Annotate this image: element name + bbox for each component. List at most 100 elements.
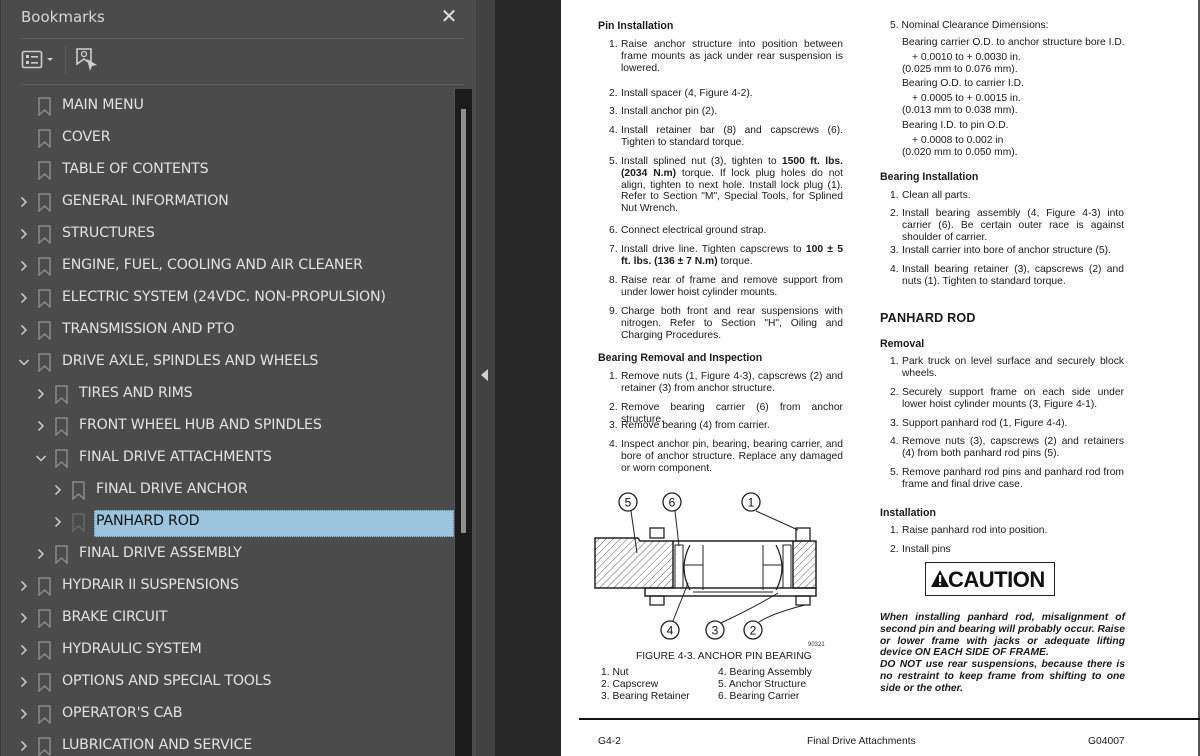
bookmark-item[interactable]: HYDRAULIC SYSTEM xyxy=(1,636,454,664)
bookmark-item[interactable]: OPTIONS AND SPECIAL TOOLS xyxy=(1,668,454,696)
bookmark-item[interactable]: DRIVE AXLE, SPINDLES AND WHEELS xyxy=(1,348,454,376)
bookmark-label[interactable]: TIRES AND RIMS xyxy=(79,385,193,401)
bookmark-label[interactable]: ENGINE, FUEL, COOLING AND AIR CLEANER xyxy=(62,257,363,273)
chevron-right-icon[interactable] xyxy=(52,514,64,530)
bookmark-label[interactable]: OPTIONS AND SPECIAL TOOLS xyxy=(62,673,271,689)
bookmark-label[interactable]: ELECTRIC SYSTEM (24VDC. NON-PROPULSION) xyxy=(62,289,386,305)
step-item: 2. Install spacer (4, Figure 4-2). xyxy=(609,88,753,99)
bookmark-icon xyxy=(38,737,51,756)
bookmark-label[interactable]: DRIVE AXLE, SPINDLES AND WHEELS xyxy=(62,353,318,369)
chevron-right-icon[interactable] xyxy=(18,642,30,658)
bookmark-item[interactable]: BRAKE CIRCUIT xyxy=(1,604,454,632)
chevron-right-icon[interactable] xyxy=(18,674,30,690)
legend-item: 5. Anchor Structure xyxy=(718,679,807,690)
bookmark-icon xyxy=(72,513,85,533)
bookmark-label[interactable]: COVER xyxy=(62,129,111,145)
chevron-right-icon[interactable] xyxy=(18,738,30,754)
chevron-right-icon[interactable] xyxy=(18,258,30,274)
step-item: 1. Clean all parts. xyxy=(890,190,971,201)
section-heading: Installation xyxy=(880,507,936,519)
bookmark-item[interactable]: STRUCTURES xyxy=(1,220,454,248)
bookmark-label[interactable]: BRAKE CIRCUIT xyxy=(62,609,167,625)
chevron-down-icon[interactable] xyxy=(35,450,47,466)
bookmark-label[interactable]: FINAL DRIVE ATTACHMENTS xyxy=(79,449,272,465)
bookmark-label[interactable]: PANHARD ROD xyxy=(96,513,200,529)
bookmarks-panel: Bookmarks ✕ MAIN MENU COVER TABLE OF CONTE… xyxy=(0,0,476,756)
bookmark-item[interactable]: ELECTRIC SYSTEM (24VDC. NON-PROPULSION) xyxy=(1,284,454,312)
callout-3: 3 xyxy=(705,620,725,640)
collapse-panel-button[interactable] xyxy=(476,0,495,756)
bookmark-item[interactable]: PANHARD ROD xyxy=(1,508,454,537)
bookmark-item[interactable]: FINAL DRIVE ANCHOR xyxy=(1,476,454,504)
step-item: 2. Install pins xyxy=(890,544,951,555)
bookmark-label[interactable]: TABLE OF CONTENTS xyxy=(62,161,209,177)
step-item: 3. Install carrier into bore of anchor st… xyxy=(890,245,1111,256)
scrollbar-thumb[interactable] xyxy=(461,109,466,533)
section-heading: Bearing Removal and Inspection xyxy=(598,352,763,364)
bookmark-label[interactable]: MAIN MENU xyxy=(62,97,144,113)
bookmark-label[interactable]: FINAL DRIVE ASSEMBLY xyxy=(79,545,242,561)
chevron-right-icon[interactable] xyxy=(52,482,64,498)
bookmark-item[interactable]: OPERATOR'S CAB xyxy=(1,700,454,728)
step-item: 8. Raise rear of frame and remove support… xyxy=(609,275,843,298)
bookmark-item[interactable]: MAIN MENU xyxy=(1,92,454,120)
chevron-right-icon[interactable] xyxy=(35,418,47,434)
bookmark-item[interactable]: FINAL DRIVE ATTACHMENTS xyxy=(1,444,454,472)
warning-triangle-icon xyxy=(931,570,949,587)
clearance-label: Bearing I.D. to pin O.D. xyxy=(902,120,1009,131)
chevron-right-icon[interactable] xyxy=(35,546,47,562)
scrollbar[interactable] xyxy=(454,89,472,756)
bookmark-icon xyxy=(55,545,68,565)
bookmark-icon xyxy=(55,417,68,437)
bookmark-label[interactable]: OPERATOR'S CAB xyxy=(62,705,182,721)
bookmark-item[interactable]: TABLE OF CONTENTS xyxy=(1,156,454,184)
bookmark-icon xyxy=(55,385,68,405)
step-item: 3. Support panhard rod (1, Figure 4-4). xyxy=(890,418,1068,429)
chevron-right-icon[interactable] xyxy=(18,226,30,242)
close-icon[interactable]: ✕ xyxy=(439,6,459,26)
chevron-right-icon[interactable] xyxy=(18,578,30,594)
bookmark-item[interactable]: FRONT WHEEL HUB AND SPINDLES xyxy=(1,412,454,440)
chevron-right-icon[interactable] xyxy=(35,386,47,402)
step-item: 4. Install retainer bar (8) and capscrews… xyxy=(609,125,843,148)
find-current-bookmark-button[interactable] xyxy=(75,47,101,75)
bookmark-label[interactable]: TRANSMISSION AND PTO xyxy=(62,321,235,337)
bookmark-item[interactable]: COVER xyxy=(1,124,454,152)
footer-rule xyxy=(579,718,1200,720)
document-page: Pin Installation 1. Raise anchor structur… xyxy=(561,0,1200,756)
step-item: 5. Remove panhard rod pins and panhard ro… xyxy=(890,467,1124,490)
chevron-right-icon[interactable] xyxy=(18,194,30,210)
clearance-in: + 0.0008 to 0.002 in xyxy=(912,135,1004,146)
svg-text:1: 1 xyxy=(748,496,755,510)
callout-4: 4 xyxy=(660,620,680,640)
bookmark-label[interactable]: HYDRAIR II SUSPENSIONS xyxy=(62,577,239,593)
chevron-right-icon[interactable] xyxy=(18,322,30,338)
options-button[interactable] xyxy=(21,49,59,71)
bookmark-item[interactable]: GENERAL INFORMATION xyxy=(1,188,454,216)
bookmark-item[interactable]: FINAL DRIVE ASSEMBLY xyxy=(1,540,454,568)
chevron-down-icon[interactable] xyxy=(18,354,30,370)
step-item: 5. Install splined nut (3), tighten to 15… xyxy=(609,156,844,215)
clearance-mm: (0.025 mm to 0.076 mm). xyxy=(902,64,1018,75)
chevron-right-icon[interactable] xyxy=(18,706,30,722)
bookmark-item[interactable]: ENGINE, FUEL, COOLING AND AIR CLEANER xyxy=(1,252,454,280)
bookmark-icon xyxy=(38,193,51,213)
bookmark-label[interactable]: GENERAL INFORMATION xyxy=(62,193,229,209)
bookmark-label[interactable]: HYDRAULIC SYSTEM xyxy=(62,641,202,657)
legend-item: 4. Bearing Assembly xyxy=(718,667,812,678)
bookmark-icon xyxy=(72,481,85,501)
chevron-right-icon[interactable] xyxy=(18,290,30,306)
bookmark-label[interactable]: FINAL DRIVE ANCHOR xyxy=(96,481,248,497)
bookmark-label[interactable]: STRUCTURES xyxy=(62,225,155,241)
bookmark-item[interactable]: TRANSMISSION AND PTO xyxy=(1,316,454,344)
svg-text:4: 4 xyxy=(667,624,674,638)
bookmark-label[interactable]: FRONT WHEEL HUB AND SPINDLES xyxy=(79,417,322,433)
callout-2: 2 xyxy=(743,620,763,640)
chevron-right-icon[interactable] xyxy=(18,610,30,626)
bookmark-item[interactable]: HYDRAIR II SUSPENSIONS xyxy=(1,572,454,600)
section-title: PANHARD ROD xyxy=(880,311,976,325)
bookmark-label[interactable]: LUBRICATION AND SERVICE xyxy=(62,737,252,753)
bookmark-item[interactable]: TIRES AND RIMS xyxy=(1,380,454,408)
bookmark-icon xyxy=(38,257,51,277)
bookmark-item[interactable]: LUBRICATION AND SERVICE xyxy=(1,732,454,756)
